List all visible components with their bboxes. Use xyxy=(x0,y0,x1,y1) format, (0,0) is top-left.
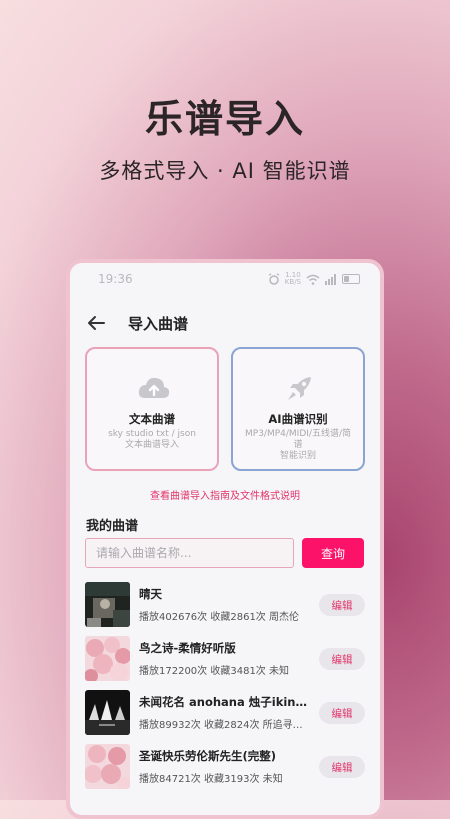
card-desc: 文本曲谱导入 xyxy=(124,440,179,450)
edit-button[interactable]: 编辑 xyxy=(319,702,365,724)
wifi-icon xyxy=(306,274,320,285)
score-title: 未闻花名 anohana 烛子ikina… xyxy=(139,695,309,709)
promo-headline: 乐谱导入 xyxy=(144,97,305,141)
score-thumbnail xyxy=(85,582,130,627)
card-desc: 智能识别 xyxy=(279,451,316,461)
ai-score-recognition-card[interactable]: AI曲谱识别 MP3/MP4/MIDI/五线谱/简 谱 智能识别 xyxy=(231,347,365,471)
score-meta: 播放402676次 收藏2861次 周杰伦 xyxy=(139,612,299,623)
cloud-upload-icon xyxy=(138,377,170,398)
score-list: 晴天 播放402676次 收藏2861次 周杰伦 编辑 鸟之诗-柔情好听版 播放… xyxy=(85,582,365,798)
phone-screen: 19:36 1.10 KB/S 导入曲谱 文本曲谱 sky studio txt… xyxy=(66,259,384,819)
status-time: 19:36 xyxy=(98,272,133,286)
net-speed: 1.10 KB/S xyxy=(284,271,301,286)
page-title: 导入曲谱 xyxy=(128,314,189,333)
score-thumbnail xyxy=(85,690,130,735)
score-title: 晴天 xyxy=(139,587,162,601)
score-search-input[interactable] xyxy=(85,538,294,568)
score-thumbnail xyxy=(85,636,130,681)
my-scores-title: 我的曲谱 xyxy=(86,519,139,534)
edit-button[interactable]: 编辑 xyxy=(319,648,365,670)
list-item[interactable]: 圣诞快乐劳伦斯先生(完整) 播放84721次 收藏3193次 未知 编辑 xyxy=(85,744,365,798)
status-bar: 19:36 1.10 KB/S xyxy=(98,271,360,287)
battery-icon xyxy=(342,274,360,284)
score-meta: 播放172200次 收藏3481次 未知 xyxy=(139,666,289,677)
back-arrow-icon[interactable] xyxy=(84,311,108,335)
alarm-icon xyxy=(268,273,280,285)
edit-button[interactable]: 编辑 xyxy=(319,594,365,616)
card-title: AI曲谱识别 xyxy=(268,412,328,426)
status-icons: 1.10 KB/S xyxy=(268,272,360,286)
rocket-icon xyxy=(288,377,311,400)
score-meta: 播放89932次 收藏2824次 所追寻… xyxy=(139,720,303,731)
list-item[interactable]: 晴天 播放402676次 收藏2861次 周杰伦 编辑 xyxy=(85,582,365,636)
card-desc: MP3/MP4/MIDI/五线谱/简 xyxy=(245,429,351,439)
text-score-import-card[interactable]: 文本曲谱 sky studio txt / json 文本曲谱导入 xyxy=(85,347,219,471)
score-title: 鸟之诗-柔情好听版 xyxy=(139,641,236,655)
signal-icon xyxy=(325,273,336,285)
score-title: 圣诞快乐劳伦斯先生(完整) xyxy=(139,749,277,763)
card-title: 文本曲谱 xyxy=(129,412,175,426)
score-thumbnail xyxy=(85,744,130,789)
card-desc: 谱 xyxy=(293,440,303,450)
search-button[interactable]: 查询 xyxy=(302,538,364,568)
edit-button[interactable]: 编辑 xyxy=(319,756,365,778)
import-guide-link[interactable]: 查看曲谱导入指南及文件格式说明 xyxy=(70,487,380,502)
app-bar: 导入曲谱 xyxy=(84,309,366,337)
list-item[interactable]: 未闻花名 anohana 烛子ikina… 播放89932次 收藏2824次 所… xyxy=(85,690,365,744)
card-desc: sky studio txt / json xyxy=(108,429,196,439)
score-meta: 播放84721次 收藏3193次 未知 xyxy=(139,774,283,785)
promo-subline: 多格式导入 · AI 智能识谱 xyxy=(99,159,351,183)
list-item[interactable]: 鸟之诗-柔情好听版 播放172200次 收藏3481次 未知 编辑 xyxy=(85,636,365,690)
